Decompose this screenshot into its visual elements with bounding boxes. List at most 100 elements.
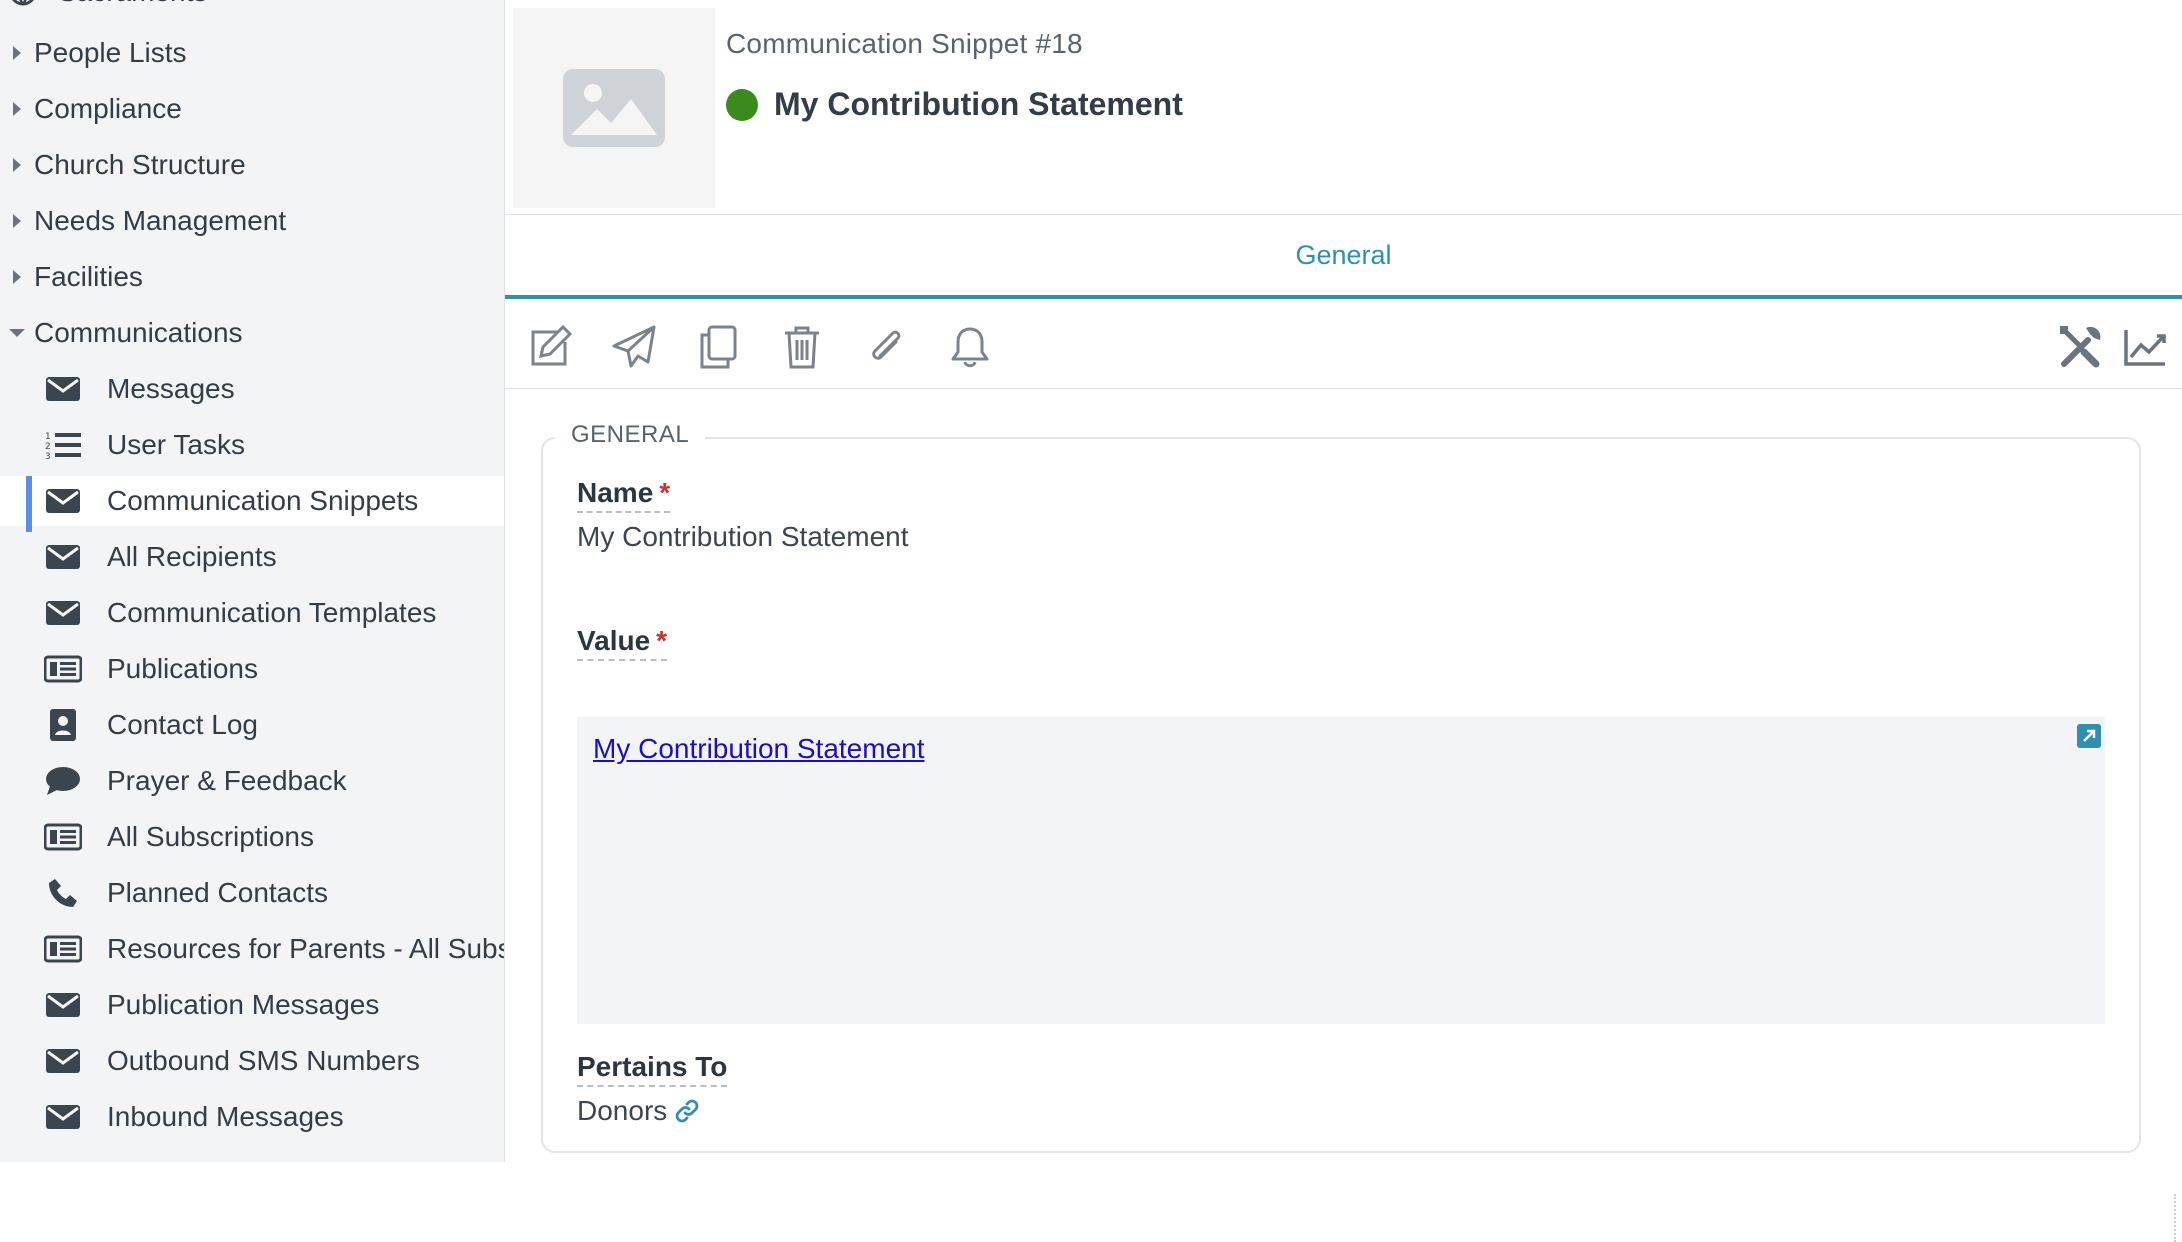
sidebar-item-sacraments[interactable]: Sacraments bbox=[0, 0, 207, 10]
list-ordered-icon: 123 bbox=[44, 426, 82, 464]
expand-button[interactable] bbox=[2077, 724, 2101, 748]
pertains-to-label: Pertains To bbox=[577, 1051, 728, 1087]
tab-bar: General bbox=[505, 215, 2182, 299]
record-header: Communication Snippet #18 My Contributio… bbox=[505, 0, 2182, 215]
insights-button[interactable] bbox=[2120, 322, 2170, 372]
sidebar-item-resources-for-parents[interactable]: Resources for Parents - All Subscription… bbox=[0, 924, 504, 974]
sidebar-item-label: All Recipients bbox=[107, 541, 277, 572]
copy-button[interactable] bbox=[693, 322, 743, 372]
sidebar-group-label: Needs Management bbox=[34, 205, 287, 236]
notify-button[interactable] bbox=[945, 322, 995, 372]
sidebar-group-label: People Lists bbox=[34, 37, 187, 68]
envelope-icon bbox=[44, 1098, 82, 1136]
send-button[interactable] bbox=[609, 322, 659, 372]
status-indicator bbox=[726, 89, 758, 121]
sidebar-item-label: All Subscriptions bbox=[107, 821, 314, 852]
newspaper-icon bbox=[44, 818, 82, 856]
trash-icon bbox=[785, 326, 819, 369]
phone-icon bbox=[44, 874, 82, 912]
sidebar-item-inbound-messages[interactable]: Inbound Messages bbox=[0, 1092, 504, 1142]
tab-general[interactable]: General bbox=[505, 215, 2182, 299]
sidebar-group-facilities[interactable]: Facilities bbox=[0, 252, 504, 302]
name-field-label: Name * bbox=[577, 477, 671, 513]
envelope-icon bbox=[44, 594, 82, 632]
svg-text:2: 2 bbox=[45, 442, 51, 452]
sidebar-nav: Sacraments People Lists Compliance Churc… bbox=[0, 0, 505, 1162]
sidebar-group-label: Compliance bbox=[34, 93, 182, 124]
newspaper-icon bbox=[44, 930, 82, 968]
caret-right-icon bbox=[0, 101, 34, 117]
sidebar-item-messages[interactable]: Messages bbox=[0, 364, 504, 414]
sidebar-group-people-lists[interactable]: People Lists bbox=[0, 28, 504, 78]
resize-handle[interactable] bbox=[2174, 1194, 2182, 1242]
caret-right-icon bbox=[0, 45, 34, 61]
svg-text:1: 1 bbox=[45, 432, 51, 442]
sidebar-item-label: Messages bbox=[107, 373, 235, 404]
expand-arrow-icon bbox=[2083, 729, 2096, 742]
envelope-icon bbox=[44, 482, 82, 520]
edit-button[interactable] bbox=[525, 322, 575, 372]
globe-icon bbox=[12, 0, 34, 6]
sidebar-item-prayer-feedback[interactable]: Prayer & Feedback bbox=[0, 756, 504, 806]
sidebar-group-communications[interactable]: Communications bbox=[0, 308, 504, 358]
envelope-icon bbox=[44, 1042, 82, 1080]
sidebar-group-compliance[interactable]: Compliance bbox=[0, 84, 504, 134]
record-type-label: Communication Snippet #18 bbox=[726, 28, 1083, 59]
attach-button[interactable] bbox=[861, 322, 911, 372]
record-toolbar bbox=[505, 300, 2182, 389]
sidebar-item-planned-contacts[interactable]: Planned Contacts bbox=[0, 868, 504, 918]
sidebar-item-label: Communication Snippets bbox=[107, 485, 419, 516]
name-field-value: My Contribution Statement bbox=[577, 521, 909, 552]
envelope-icon bbox=[44, 370, 82, 408]
tools-button[interactable] bbox=[2056, 322, 2106, 372]
record-image-placeholder[interactable] bbox=[513, 8, 715, 208]
sidebar-item-communication-snippets[interactable]: Communication Snippets bbox=[0, 476, 504, 532]
value-link[interactable]: My Contribution Statement bbox=[593, 733, 925, 765]
sidebar-item-label: Contact Log bbox=[107, 709, 258, 740]
sidebar-item-publication-messages[interactable]: Publication Messages bbox=[0, 980, 504, 1030]
sidebar-item-label: Sacraments bbox=[58, 0, 207, 8]
send-icon bbox=[612, 325, 656, 368]
required-marker: * bbox=[659, 477, 671, 508]
section-legend: GENERAL bbox=[555, 421, 706, 449]
newspaper-icon bbox=[44, 650, 82, 688]
sidebar-item-label: Inbound Messages bbox=[107, 1101, 344, 1132]
envelope-icon bbox=[44, 538, 82, 576]
bell-icon bbox=[951, 327, 989, 368]
value-rich-content: My Contribution Statement bbox=[577, 717, 2105, 1024]
contact-card-icon bbox=[44, 706, 82, 744]
sidebar-group-needs-management[interactable]: Needs Management bbox=[0, 196, 504, 246]
sidebar-item-label: User Tasks bbox=[107, 429, 245, 460]
copy-icon bbox=[700, 325, 737, 369]
sidebar-item-all-subscriptions[interactable]: All Subscriptions bbox=[0, 812, 504, 862]
pertains-to-value-row: Donors bbox=[577, 1095, 699, 1127]
image-placeholder-icon bbox=[563, 69, 665, 147]
sidebar-group-label: Church Structure bbox=[34, 149, 246, 180]
sidebar-item-outbound-sms-numbers[interactable]: Outbound SMS Numbers bbox=[0, 1036, 504, 1086]
page-title: My Contribution Statement bbox=[774, 86, 1183, 122]
required-marker: * bbox=[656, 625, 668, 656]
sidebar-group-church-structure[interactable]: Church Structure bbox=[0, 140, 504, 190]
value-label-text: Value bbox=[577, 625, 651, 656]
sidebar-item-publications[interactable]: Publications bbox=[0, 644, 504, 694]
sidebar-item-label: Outbound SMS Numbers bbox=[107, 1045, 420, 1076]
sidebar-item-communication-templates[interactable]: Communication Templates bbox=[0, 588, 504, 638]
envelope-icon bbox=[44, 986, 82, 1024]
sidebar-item-all-recipients[interactable]: All Recipients bbox=[0, 532, 504, 582]
delete-button[interactable] bbox=[777, 322, 827, 372]
record-content: GENERAL Name * My Contribution Statement … bbox=[505, 389, 2182, 1242]
sidebar-item-contact-log[interactable]: Contact Log bbox=[0, 700, 504, 750]
sidebar-item-label: Resources for Parents - All Subscription… bbox=[107, 933, 504, 964]
link-icon[interactable] bbox=[675, 1099, 699, 1123]
caret-right-icon bbox=[0, 213, 34, 229]
caret-right-icon bbox=[0, 157, 34, 173]
sidebar-item-user-tasks[interactable]: 123 User Tasks bbox=[0, 420, 504, 470]
sidebar-item-label: Communication Templates bbox=[107, 597, 437, 628]
sidebar-item-label: Prayer & Feedback bbox=[107, 765, 347, 796]
svg-text:3: 3 bbox=[45, 452, 51, 461]
sidebar-item-label: Planned Contacts bbox=[107, 877, 329, 908]
pertains-to-value: Donors bbox=[577, 1095, 668, 1126]
tools-icon bbox=[2060, 326, 2101, 368]
paperclip-icon bbox=[872, 330, 901, 360]
sidebar-item-label: Publications bbox=[107, 653, 258, 684]
